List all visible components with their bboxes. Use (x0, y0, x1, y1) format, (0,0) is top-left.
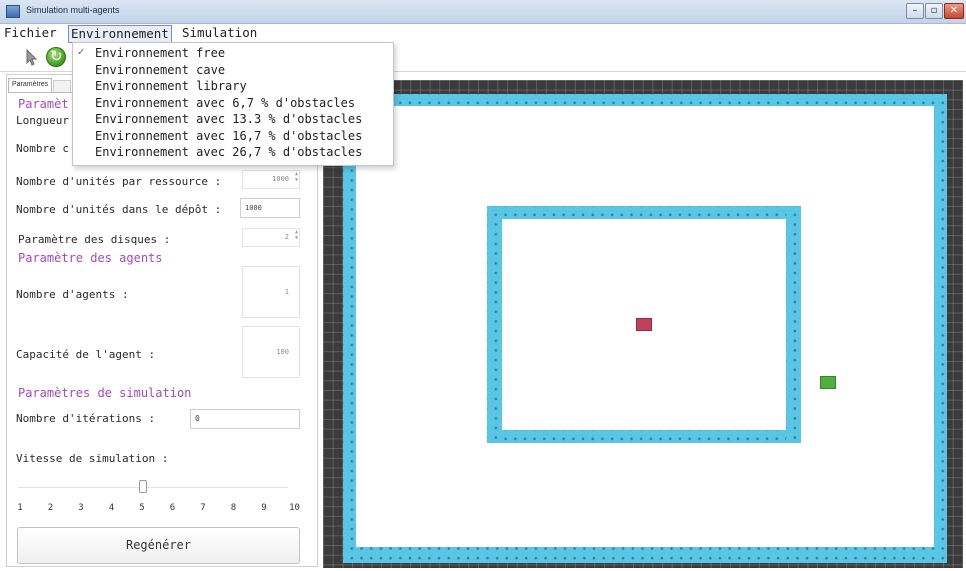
simulation-area[interactable] (323, 80, 963, 568)
iterations-field[interactable]: 0 (190, 409, 300, 429)
speed-tick-label: 3 (78, 503, 84, 513)
disks-spinner[interactable]: 2 ▲ ▼ (242, 228, 300, 247)
app-icon (6, 5, 20, 18)
environment-menu-item[interactable]: Environnement avec 6,7 % d'obstacles (95, 95, 355, 111)
label-longueur-partial: Longueur (16, 114, 69, 127)
label-speed: Vitesse de simulation : (16, 452, 169, 465)
label-units-per-resource: Nombre d'unités par ressource : (16, 175, 222, 188)
agents-count-value: 1 (284, 288, 289, 296)
maximize-icon[interactable]: ▫ (925, 3, 943, 19)
environment-menu-item[interactable]: Environnement avec 26,7 % d'obstacles (95, 144, 362, 160)
label-units-in-depot: Nombre d'unités dans le dépôt : (16, 203, 222, 216)
section-environment-partial: Paramèt (18, 97, 69, 111)
speed-tick-label: 8 (230, 503, 237, 513)
agent-green[interactable] (820, 376, 836, 389)
label-nombre-partial: Nombre c (16, 142, 69, 155)
speed-tick-label: 5 (139, 503, 145, 513)
window-title: Simulation multi-agents (26, 5, 120, 15)
label-iterations: Nombre d'itérations : (16, 412, 156, 425)
label-agents-count: Nombre d'agents : (16, 288, 129, 301)
section-agents: Paramètre des agents (18, 251, 163, 265)
speed-slider-thumb[interactable] (139, 480, 147, 493)
refresh-icon[interactable] (46, 47, 66, 67)
pointer-icon[interactable] (22, 48, 42, 68)
environment-dropdown: Environnement free ✓ Environnement cave Env… (72, 42, 394, 166)
menu-bar: Fichier Environnement Simulation (0, 24, 966, 43)
close-icon[interactable]: ✕ (944, 3, 964, 19)
check-icon: ✓ (77, 47, 86, 58)
environment-menu-item[interactable]: Environnement cave (95, 62, 225, 78)
speed-tick-label: 6 (169, 503, 176, 513)
speed-tick-label: 7 (200, 503, 206, 513)
agents-count-spinner[interactable]: 1 (242, 266, 300, 318)
speed-tick-label: 4 (108, 503, 115, 513)
speed-tick-label: 9 (261, 503, 267, 513)
units-in-depot-field[interactable]: 1000 (240, 198, 300, 218)
units-per-resource-spinner[interactable]: 1000 ▲ ▼ (242, 170, 300, 189)
title-bar: Simulation multi-agents – ▫ ✕ (0, 0, 966, 24)
obstacle-wall-bottom (487, 430, 801, 443)
agent-capacity-value: 100 (276, 348, 289, 356)
minimize-icon[interactable]: – (906, 3, 924, 19)
environment-menu-item[interactable]: Environnement free (95, 45, 225, 61)
speed-tick-label: 1 (17, 503, 23, 513)
environment-menu-item[interactable]: Environnement avec 16,7 % d'obstacles (95, 128, 362, 144)
speed-tick-label: 10 (289, 503, 300, 513)
spinner-arrows-icon[interactable]: ▲ ▼ (295, 171, 298, 183)
agent-capacity-spinner[interactable]: 100 (242, 326, 300, 378)
menu-fichier[interactable]: Fichier (2, 25, 59, 41)
disks-value: 2 (284, 233, 289, 241)
obstacle-wall-top (487, 206, 801, 219)
speed-slider-track[interactable] (18, 487, 288, 488)
obstacle-wall-left (487, 206, 502, 443)
units-per-resource-value: 1000 (272, 175, 289, 183)
speed-tick-label: 2 (47, 503, 54, 513)
menu-simulation[interactable]: Simulation (180, 25, 259, 41)
section-simulation: Paramètres de simulation (18, 386, 192, 400)
obstacle-wall-right (786, 206, 801, 443)
tab-secondary[interactable] (53, 80, 71, 92)
regenerate-button[interactable]: Regénérer (17, 527, 300, 564)
spinner-arrows-icon[interactable]: ▲ ▼ (295, 229, 298, 241)
environment-menu-item[interactable]: Environnement avec 13.3 % d'obstacles (95, 111, 362, 127)
tab-parametres[interactable]: Paramètres (8, 78, 52, 92)
agent-red[interactable] (636, 318, 652, 331)
environment-menu-item[interactable]: Environnement library (95, 78, 247, 94)
menu-environnement[interactable]: Environnement (68, 25, 172, 43)
label-disks: Paramètre des disques : (18, 233, 171, 246)
label-agent-capacity: Capacité de l'agent : (16, 348, 156, 361)
